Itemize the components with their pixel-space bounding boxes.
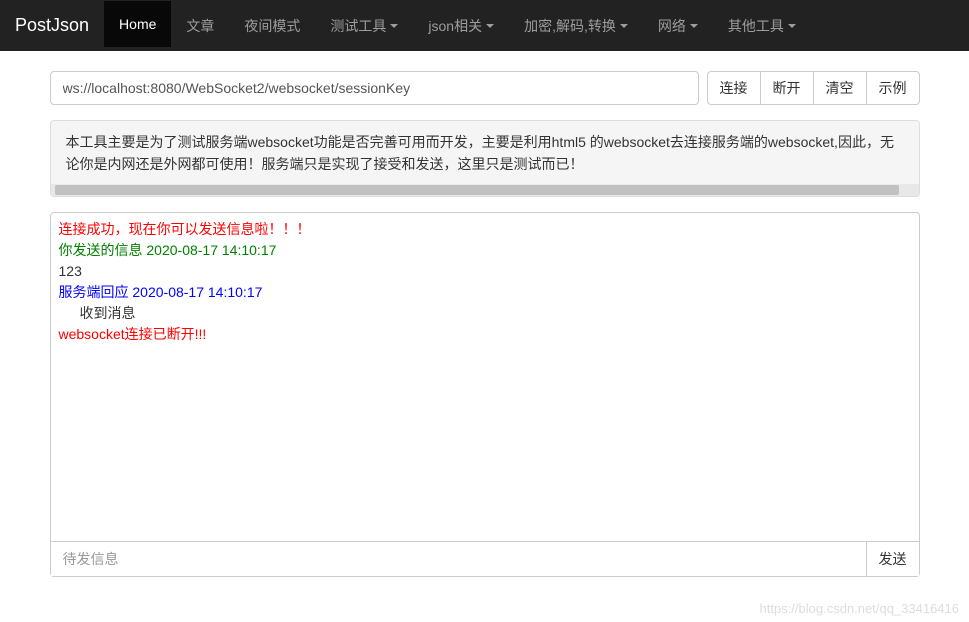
nav-item-7: 其他工具 (713, 1, 811, 51)
send-row: 发送 (50, 542, 920, 577)
nav-link-label: 加密,解码,转换 (524, 16, 616, 36)
nav-item-1: 文章 (171, 1, 229, 51)
nav-link-测试工具[interactable]: 测试工具 (315, 1, 413, 51)
nav-list: Home 文章 夜间模式 测试工具 json相关 加密,解码,转换 网络 其他工具 (104, 1, 811, 51)
log-line-1: 你发送的信息 2020-08-17 14:10:17 (59, 240, 911, 261)
nav-item-5: 加密,解码,转换 (509, 1, 643, 51)
nav-link-文章[interactable]: 文章 (171, 1, 229, 51)
watermark: https://blog.csdn.net/qq_33416416 (760, 601, 960, 616)
send-button[interactable]: 发送 (866, 542, 919, 576)
disconnect-button[interactable]: 断开 (760, 71, 814, 105)
brand-logo[interactable]: PostJson (15, 0, 104, 51)
caret-down-icon (486, 24, 494, 28)
nav-item-4: json相关 (413, 1, 509, 51)
top-navbar: PostJson Home 文章 夜间模式 测试工具 json相关 加密,解码,转换 网络 其… (0, 0, 969, 51)
log-line-2: 123 (59, 261, 911, 282)
log-line-4: 收到消息 (59, 303, 911, 324)
nav-link-json相关[interactable]: json相关 (413, 1, 509, 51)
nav-item-0: Home (104, 1, 171, 51)
clear-button[interactable]: 清空 (813, 71, 867, 105)
log-line-0: 连接成功，现在你可以发送信息啦！！！ (59, 219, 911, 240)
log-line-5: websocket连接已断开!!! (59, 324, 911, 345)
nav-link-其他工具[interactable]: 其他工具 (713, 1, 811, 51)
url-row: 连接 断开 清空 示例 (50, 71, 920, 105)
nav-link-网络[interactable]: 网络 (643, 1, 713, 51)
nav-link-label: 其他工具 (728, 16, 784, 36)
nav-link-加密,解码,转换[interactable]: 加密,解码,转换 (509, 1, 643, 51)
log-panel: 连接成功，现在你可以发送信息啦！！！你发送的信息 2020-08-17 14:1… (50, 212, 920, 542)
nav-link-label: 文章 (186, 16, 214, 36)
connect-button[interactable]: 连接 (707, 71, 761, 105)
nav-link-夜间模式[interactable]: 夜间模式 (229, 1, 315, 51)
nav-item-2: 夜间模式 (229, 1, 315, 51)
main-container: 连接 断开 清空 示例 本工具主要是为了测试服务端websocket功能是否完善… (35, 51, 935, 597)
nav-link-label: 网络 (658, 16, 686, 36)
caret-down-icon (620, 24, 628, 28)
info-scrollbar[interactable] (51, 184, 919, 196)
info-panel: 本工具主要是为了测试服务端websocket功能是否完善可用而开发，主要是利用h… (50, 120, 920, 197)
caret-down-icon (690, 24, 698, 28)
nav-link-label: 夜间模式 (244, 16, 300, 36)
caret-down-icon (390, 24, 398, 28)
nav-item-6: 网络 (643, 1, 713, 51)
action-button-group: 连接 断开 清空 示例 (707, 71, 920, 105)
nav-link-home[interactable]: Home (104, 1, 171, 47)
nav-link-label: 测试工具 (330, 16, 386, 36)
caret-down-icon (788, 24, 796, 28)
scrollbar-thumb[interactable] (55, 185, 899, 195)
nav-item-3: 测试工具 (315, 1, 413, 51)
nav-link-label: json相关 (428, 16, 482, 36)
websocket-url-input[interactable] (50, 71, 699, 105)
nav-link-label: Home (119, 16, 156, 32)
example-button[interactable]: 示例 (866, 71, 920, 105)
message-input[interactable] (51, 542, 866, 576)
info-text: 本工具主要是为了测试服务端websocket功能是否完善可用而开发，主要是利用h… (66, 131, 904, 176)
log-line-3: 服务端回应 2020-08-17 14:10:17 (59, 282, 911, 303)
